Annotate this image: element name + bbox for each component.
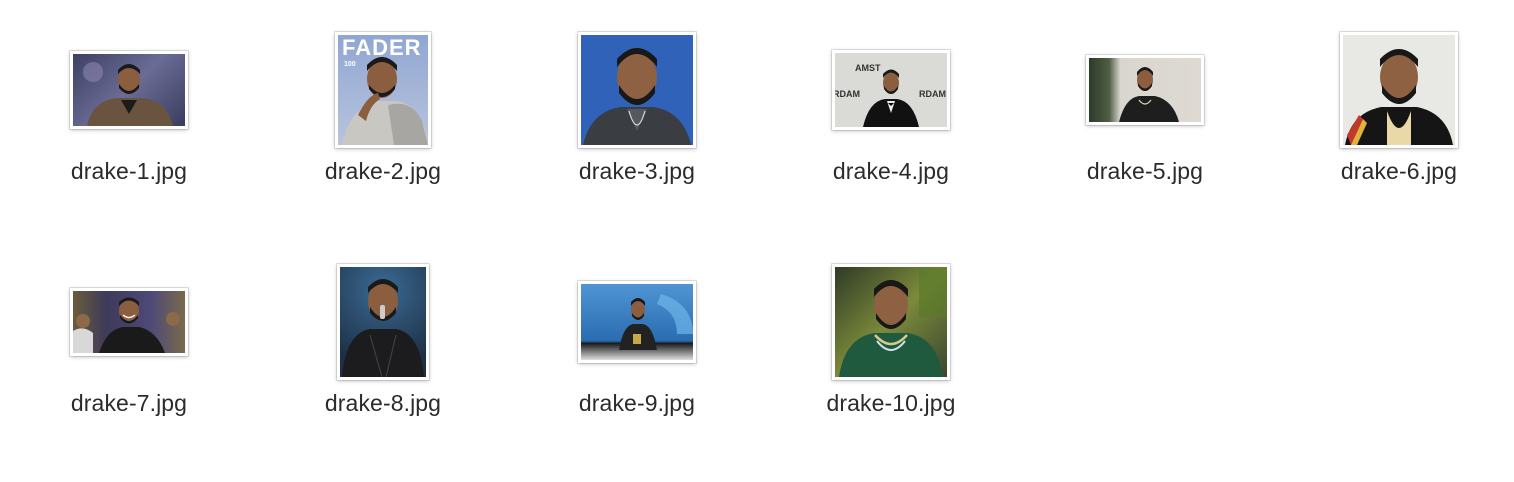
magazine-cover-icon[interactable]: FADER 100 xyxy=(335,32,431,148)
file-item-drake-4[interactable]: AMST RDAM RDAM drake-4.jpg xyxy=(791,20,991,210)
file-name: drake-5.jpg xyxy=(1086,158,1204,184)
drake-portrait-icon[interactable] xyxy=(1086,55,1204,125)
file-item-drake-2[interactable]: FADER 100 drake-2.jpg xyxy=(283,20,483,210)
file-grid: drake-1.jpg FADER 100 drake-2.jpg drake-… xyxy=(0,0,1514,482)
file-item-drake-9[interactable]: drake-9.jpg xyxy=(537,252,737,442)
file-item-drake-7[interactable]: drake-7.jpg xyxy=(29,252,229,442)
file-name: drake-9.jpg xyxy=(578,390,696,416)
file-name: drake-3.jpg xyxy=(578,158,696,184)
file-item-drake-10[interactable]: drake-10.jpg xyxy=(791,252,991,442)
sign-text-right: RDAM xyxy=(919,89,946,99)
thumbnail-frame xyxy=(537,252,737,392)
magazine-issue: 100 xyxy=(344,61,356,68)
thumbnail-frame: AMST RDAM RDAM xyxy=(791,20,991,160)
file-item-drake-1[interactable]: drake-1.jpg xyxy=(29,20,229,210)
thumbnail-frame xyxy=(537,20,737,160)
thumbnail-frame xyxy=(29,20,229,160)
file-name: drake-6.jpg xyxy=(1340,158,1458,184)
drake-portrait-icon[interactable] xyxy=(70,51,188,129)
thumbnail-frame xyxy=(1299,20,1499,160)
file-item-drake-3[interactable]: drake-3.jpg xyxy=(537,20,737,210)
thumbnail-frame xyxy=(29,252,229,392)
file-item-drake-5[interactable]: drake-5.jpg xyxy=(1045,20,1245,210)
file-name: drake-10.jpg xyxy=(826,390,956,416)
sign-text-left: RDAM xyxy=(833,89,860,99)
file-name: drake-2.jpg xyxy=(324,158,442,184)
file-name: drake-1.jpg xyxy=(70,158,188,184)
file-name: drake-4.jpg xyxy=(832,158,950,184)
file-name: drake-7.jpg xyxy=(70,390,188,416)
magazine-masthead: FADER xyxy=(342,35,422,60)
thumbnail-frame: FADER 100 xyxy=(283,20,483,160)
file-item-drake-6[interactable]: drake-6.jpg xyxy=(1299,20,1499,210)
file-item-drake-8[interactable]: drake-8.jpg xyxy=(283,252,483,442)
thumbnail-frame xyxy=(1045,20,1245,160)
drake-portrait-icon[interactable] xyxy=(1340,32,1458,148)
drake-portrait-icon[interactable] xyxy=(578,281,696,363)
drake-portrait-icon[interactable] xyxy=(578,32,696,148)
sign-text-top: AMST xyxy=(855,63,881,73)
thumbnail-frame xyxy=(791,252,991,392)
file-name: drake-8.jpg xyxy=(324,390,442,416)
thumbnail-frame xyxy=(283,252,483,392)
drake-portrait-icon[interactable] xyxy=(70,288,188,356)
drake-portrait-icon[interactable] xyxy=(832,264,950,380)
drake-portrait-icon[interactable] xyxy=(337,264,429,380)
drake-portrait-icon[interactable]: AMST RDAM RDAM xyxy=(832,50,950,130)
